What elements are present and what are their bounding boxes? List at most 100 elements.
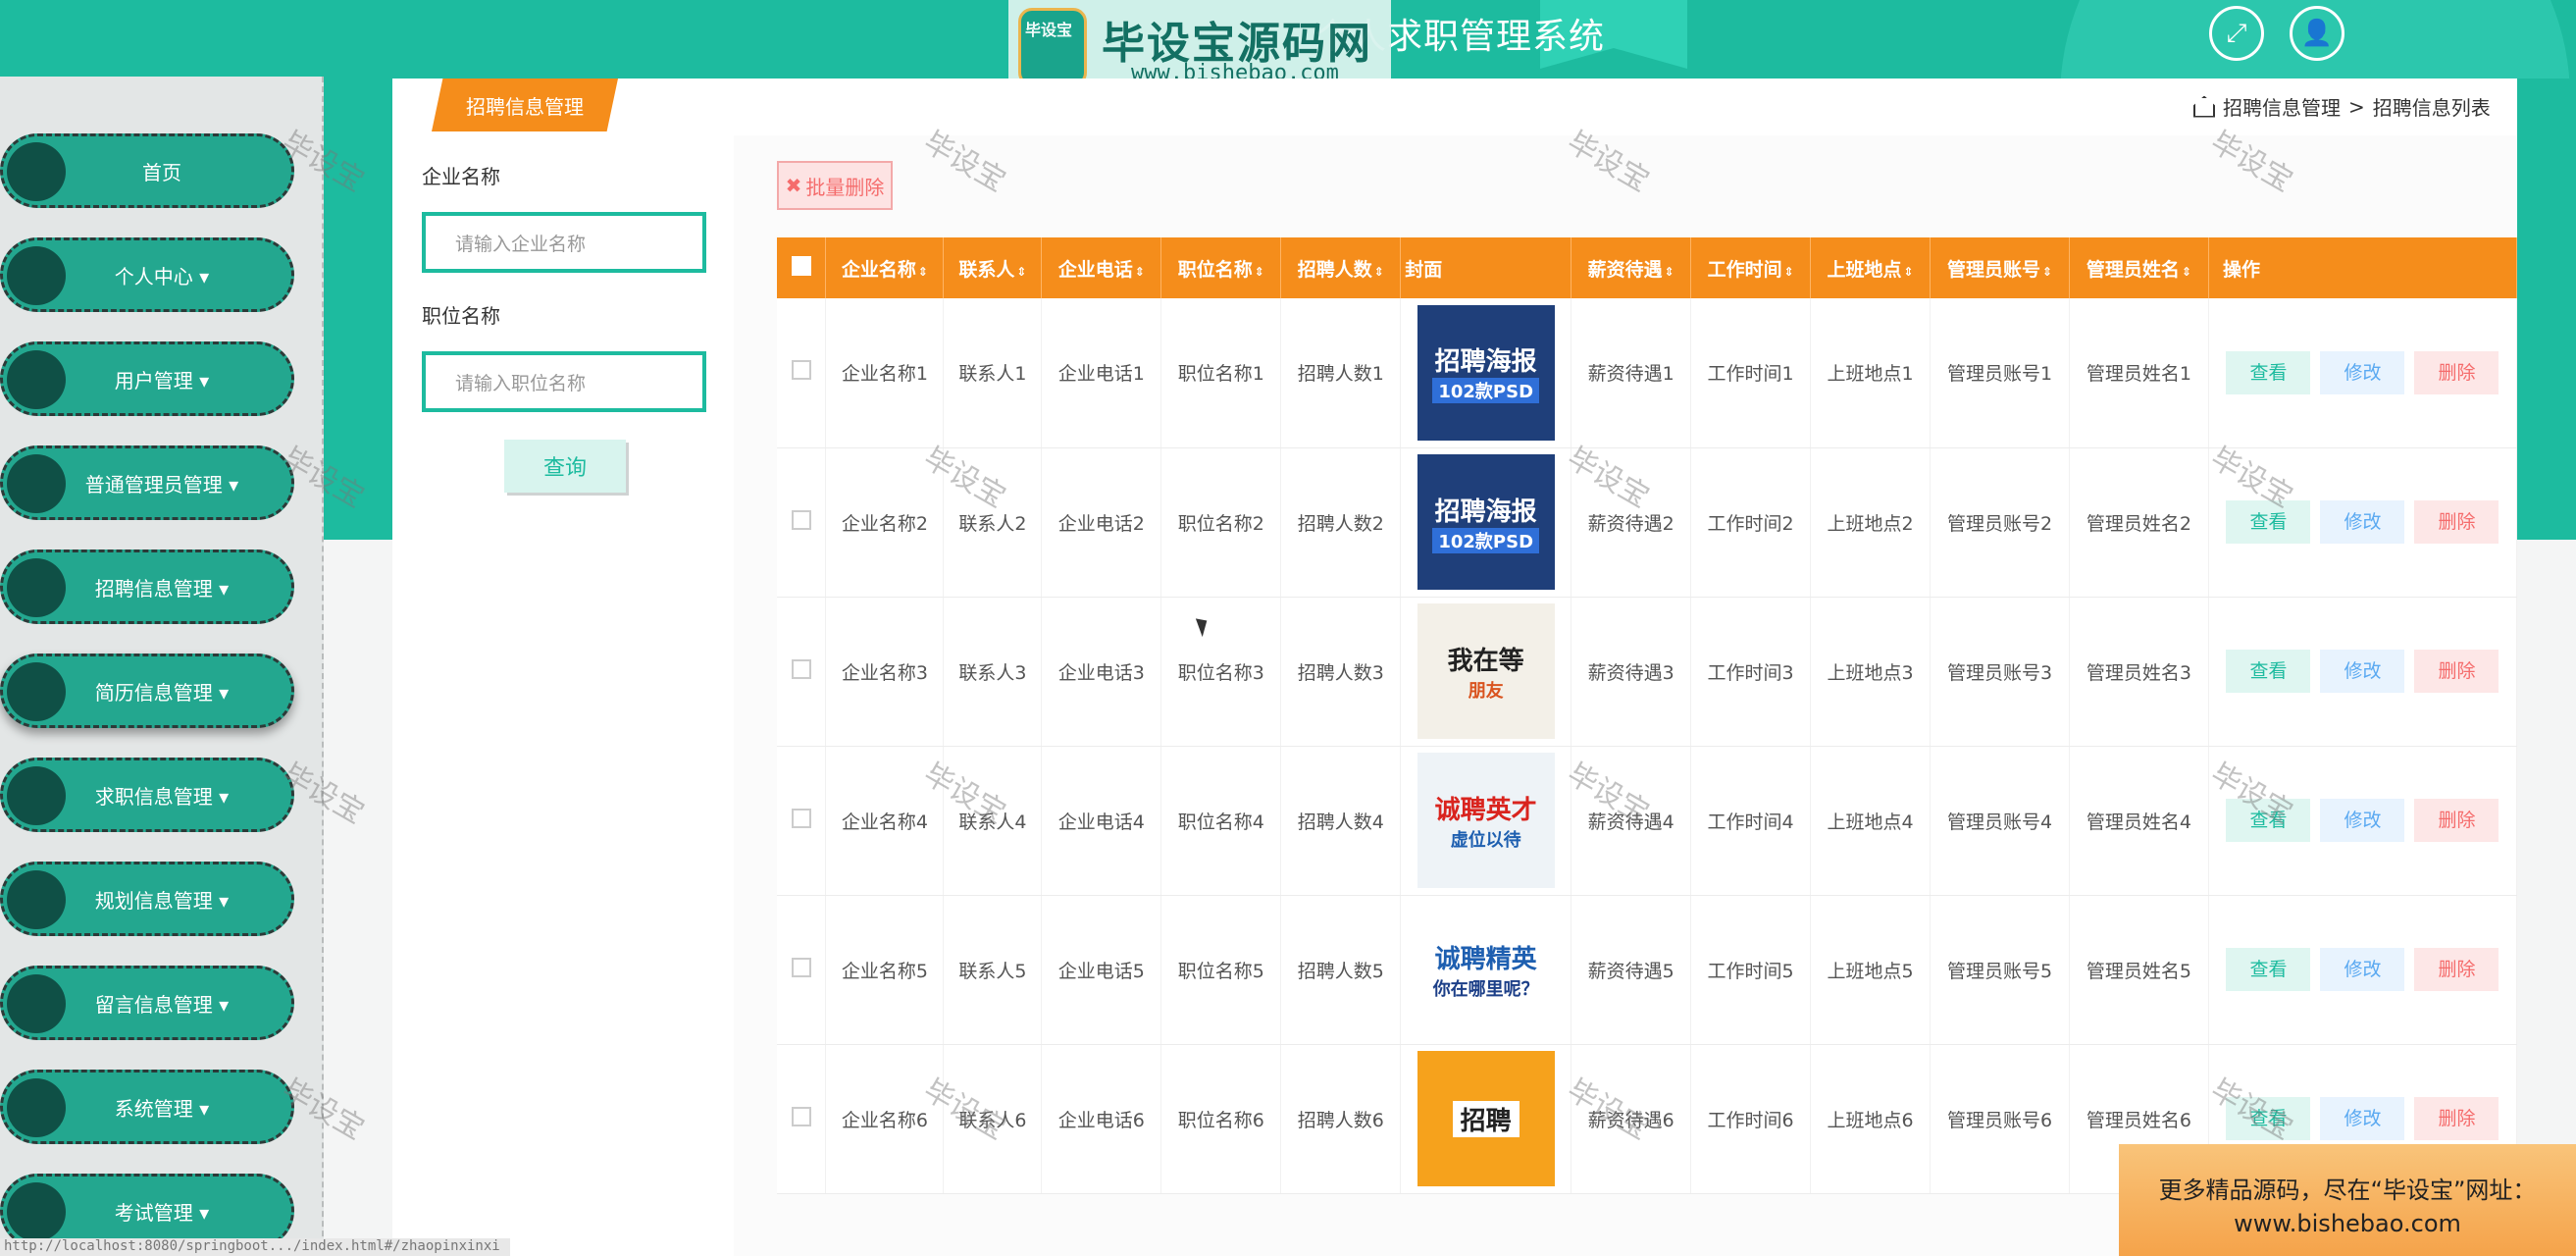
- delete-button[interactable]: 删除: [2414, 650, 2499, 693]
- select-all-cell: [777, 237, 827, 298]
- cell-cover: 我在等 朋友: [1400, 597, 1572, 747]
- sort-icon: ⇕: [1903, 264, 1914, 279]
- cell-admin-name: 管理员姓名1: [2069, 298, 2209, 448]
- row-checkbox[interactable]: [791, 957, 811, 977]
- delete-button[interactable]: 删除: [2414, 1097, 2499, 1140]
- row-checkbox[interactable]: [791, 658, 811, 679]
- promo-url: www.bishebao.com: [2234, 1210, 2461, 1237]
- edit-button[interactable]: 修改: [2320, 799, 2405, 842]
- sort-icon: ⇕: [1016, 264, 1027, 279]
- sidebar-item-exams[interactable]: 考试管理 ▾: [0, 1174, 294, 1248]
- browser-status-bar: http://localhost:8080/springboot.../inde…: [0, 1238, 510, 1256]
- cell-company: 企业名称5: [825, 895, 945, 1045]
- sidebar-item-personal-center[interactable]: 个人中心 ▾: [0, 237, 294, 312]
- batch-delete-button[interactable]: ✖ 批量删除: [777, 161, 893, 210]
- cell-position: 职位名称1: [1160, 298, 1282, 448]
- edit-button[interactable]: 修改: [2320, 1097, 2405, 1140]
- cell-salary: 薪资待遇5: [1571, 895, 1692, 1045]
- menu-dot-icon: [7, 1182, 66, 1241]
- query-button[interactable]: 查询: [504, 440, 626, 493]
- table-header-row: 企业名称 ⇕ 联系人 ⇕ 企业电话 ⇕ 职位名称 ⇕ 招聘人数 ⇕ 封面 薪资待遇 ⇕ 工作…: [777, 237, 2518, 298]
- promo-banner[interactable]: 更多精品源码，尽在“毕设宝”网址： www.bishebao.com: [2119, 1144, 2576, 1256]
- cell-phone: 企业电话1: [1041, 298, 1162, 448]
- cell-count: 招聘人数5: [1280, 895, 1402, 1045]
- cell-admin-name: 管理员姓名5: [2069, 895, 2209, 1045]
- cover-image: 我在等 朋友: [1417, 603, 1555, 739]
- cell-time: 工作时间5: [1690, 895, 1812, 1045]
- col-count[interactable]: 招聘人数 ⇕: [1280, 237, 1402, 298]
- sidebar-item-resume[interactable]: 简历信息管理 ▾: [0, 654, 294, 728]
- edit-button[interactable]: 修改: [2320, 948, 2405, 991]
- sidebar-item-job-seeking[interactable]: 求职信息管理 ▾: [0, 758, 294, 832]
- table-row: 企业名称1 联系人1 企业电话1 职位名称1 招聘人数1 招聘海报 102款PSD…: [777, 298, 2518, 448]
- sidebar-item-admins[interactable]: 普通管理员管理 ▾: [0, 445, 294, 520]
- row-checkbox[interactable]: [791, 1106, 811, 1126]
- delete-button[interactable]: 删除: [2414, 500, 2499, 544]
- position-name-input[interactable]: 请输入职位名称: [422, 351, 706, 412]
- cell-time: 工作时间1: [1690, 298, 1812, 448]
- cell-phone: 企业电话3: [1041, 597, 1162, 747]
- view-button[interactable]: 查看: [2226, 948, 2311, 991]
- cell-place: 上班地点1: [1810, 298, 1932, 448]
- edit-button[interactable]: 修改: [2320, 650, 2405, 693]
- select-all-checkbox[interactable]: [791, 255, 811, 276]
- table-row: 企业名称5 联系人5 企业电话5 职位名称5 招聘人数5 诚聘精英 你在哪里呢？ …: [777, 895, 2518, 1045]
- col-place[interactable]: 上班地点 ⇕: [1810, 237, 1932, 298]
- cell-count: 招聘人数2: [1280, 447, 1402, 598]
- menu-dot-icon: [7, 974, 66, 1033]
- col-position[interactable]: 职位名称 ⇕: [1160, 237, 1282, 298]
- table-row: 企业名称3 联系人3 企业电话3 职位名称3 招聘人数3 我在等 朋友 薪资待遇3…: [777, 597, 2518, 747]
- cell-cover: 诚聘精英 你在哪里呢？: [1400, 895, 1572, 1045]
- home-icon: [2193, 95, 2215, 118]
- view-button[interactable]: 查看: [2226, 350, 2311, 394]
- cell-actions: 查看 修改 删除: [2208, 298, 2518, 448]
- company-name-input[interactable]: 请输入企业名称: [422, 212, 706, 273]
- col-phone[interactable]: 企业电话 ⇕: [1041, 237, 1162, 298]
- col-admin-account[interactable]: 管理员账号 ⇕: [1930, 237, 2070, 298]
- cell-phone: 企业电话5: [1041, 895, 1162, 1045]
- cell-position: 职位名称5: [1160, 895, 1282, 1045]
- cell-place: 上班地点2: [1810, 447, 1932, 598]
- cell-position: 职位名称4: [1160, 746, 1282, 896]
- row-checkbox[interactable]: [791, 360, 811, 381]
- col-contact[interactable]: 联系人 ⇕: [943, 237, 1043, 298]
- cell-actions: 查看 修改 删除: [2208, 597, 2518, 747]
- menu-dot-icon: [7, 662, 66, 721]
- col-cover: 封面: [1400, 237, 1572, 298]
- col-admin-name[interactable]: 管理员姓名 ⇕: [2069, 237, 2209, 298]
- company-name-label: 企业名称: [422, 165, 500, 188]
- cell-phone: 企业电话6: [1041, 1044, 1162, 1194]
- breadcrumb: 招聘信息管理 > 招聘信息列表: [2193, 92, 2491, 121]
- sort-icon: ⇕: [1373, 264, 1384, 279]
- menu-dot-icon: [7, 1078, 66, 1137]
- delete-button[interactable]: 删除: [2414, 948, 2499, 991]
- row-checkbox[interactable]: [791, 808, 811, 828]
- sort-icon: ⇕: [1664, 264, 1674, 279]
- sidebar-item-home[interactable]: 首页: [0, 133, 294, 208]
- logo-badge: 毕设宝: [1018, 8, 1087, 86]
- view-button[interactable]: 查看: [2226, 650, 2311, 693]
- user-icon[interactable]: 👤: [2290, 6, 2344, 61]
- col-time[interactable]: 工作时间 ⇕: [1690, 237, 1812, 298]
- breadcrumb-root[interactable]: 招聘信息管理: [2223, 92, 2341, 121]
- sidebar-item-recruitment[interactable]: 招聘信息管理 ▾: [0, 550, 294, 624]
- sidebar-item-messages[interactable]: 留言信息管理 ▾: [0, 966, 294, 1040]
- cell-contact: 联系人1: [943, 298, 1043, 448]
- fullscreen-icon[interactable]: ⤢: [2209, 6, 2264, 61]
- delete-button[interactable]: 删除: [2414, 350, 2499, 394]
- row-checkbox[interactable]: [791, 509, 811, 530]
- col-actions: 操作: [2208, 237, 2518, 298]
- edit-button[interactable]: 修改: [2320, 350, 2405, 394]
- sidebar-item-planning[interactable]: 规划信息管理 ▾: [0, 862, 294, 936]
- delete-button[interactable]: 删除: [2414, 799, 2499, 842]
- col-salary[interactable]: 薪资待遇 ⇕: [1571, 237, 1692, 298]
- cell-place: 上班地点3: [1810, 597, 1932, 747]
- sidebar-item-system[interactable]: 系统管理 ▾: [0, 1070, 294, 1144]
- col-company[interactable]: 企业名称 ⇕: [825, 237, 945, 298]
- site-logo: 毕设宝 毕设宝源码网 www.bishebao.com: [1008, 0, 1391, 90]
- edit-button[interactable]: 修改: [2320, 500, 2405, 544]
- cell-count: 招聘人数3: [1280, 597, 1402, 747]
- breadcrumb-current: 招聘信息列表: [2372, 96, 2491, 120]
- sidebar-item-users[interactable]: 用户管理 ▾: [0, 341, 294, 416]
- sort-icon: ⇕: [1254, 264, 1264, 279]
